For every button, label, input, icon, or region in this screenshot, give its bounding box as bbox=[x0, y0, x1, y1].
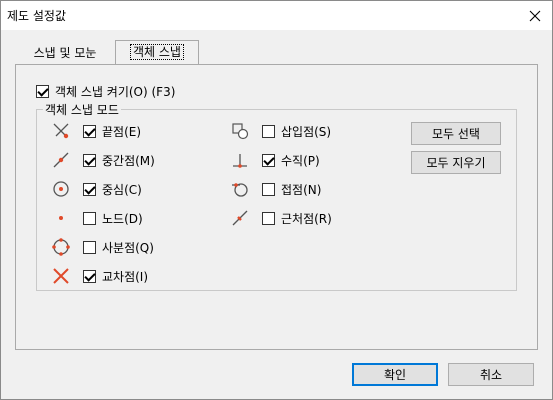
ok-button[interactable]: 확인 bbox=[352, 363, 438, 386]
mode-label: 중간점(M) bbox=[102, 153, 155, 168]
mode-midpoint[interactable]: 중간점(M) bbox=[51, 150, 155, 170]
drafting-settings-dialog: 제도 설정값 스냅 및 모눈 객체 스냅 객체 스냅 켜기(O) (F3) 객체… bbox=[0, 0, 553, 400]
mode-label: 수직(P) bbox=[281, 153, 320, 168]
insertion-checkbox[interactable] bbox=[262, 124, 275, 138]
mode-perpendicular[interactable]: 수직(P) bbox=[230, 150, 320, 170]
osnap-enable-row[interactable]: 객체 스냅 켜기(O) (F3) bbox=[36, 83, 175, 100]
osnap-enable-checkbox[interactable] bbox=[36, 85, 49, 98]
close-icon bbox=[529, 10, 541, 21]
nearest-icon bbox=[232, 210, 248, 226]
button-label: 모두 지우기 bbox=[426, 156, 486, 170]
mode-label: 접점(N) bbox=[281, 182, 322, 197]
select-all-button[interactable]: 모두 선택 bbox=[411, 122, 501, 145]
node-checkbox[interactable] bbox=[83, 211, 96, 225]
mode-insertion[interactable]: 삽입점(S) bbox=[230, 121, 331, 141]
mode-label: 중심(C) bbox=[102, 182, 142, 197]
center-checkbox[interactable] bbox=[83, 182, 96, 196]
endpoint-checkbox[interactable] bbox=[83, 124, 96, 138]
mode-quadrant[interactable]: 사분점(Q) bbox=[51, 237, 154, 257]
group-title: 객체 스냅 모드 bbox=[43, 101, 121, 118]
osnap-mode-group: 객체 스냅 모드 끝점(E) 중간점(M) 중심(C) 노드(D) 사분점(Q)… bbox=[36, 101, 517, 291]
mode-center[interactable]: 중심(C) bbox=[51, 179, 142, 199]
tab-snap-and-grid[interactable]: 스냅 및 모눈 bbox=[16, 42, 114, 64]
mode-label: 끝점(E) bbox=[102, 124, 142, 139]
mode-node[interactable]: 노드(D) bbox=[51, 208, 143, 228]
tangent-icon bbox=[232, 183, 248, 197]
midpoint-checkbox[interactable] bbox=[83, 153, 96, 167]
intersection-checkbox[interactable] bbox=[83, 269, 96, 283]
insertion-icon bbox=[232, 123, 249, 140]
mode-label: 사분점(Q) bbox=[102, 240, 154, 255]
tangent-checkbox[interactable] bbox=[262, 182, 275, 196]
button-label: 확인 bbox=[383, 368, 407, 382]
center-icon bbox=[53, 181, 69, 197]
close-button[interactable] bbox=[518, 1, 552, 30]
perpendicular-checkbox[interactable] bbox=[262, 153, 275, 167]
quadrant-icon bbox=[52, 238, 70, 256]
mode-tangent[interactable]: 접점(N) bbox=[230, 179, 321, 199]
button-label: 취소 bbox=[479, 368, 503, 382]
tab-label: 스냅 및 모눈 bbox=[33, 46, 97, 60]
endpoint-icon bbox=[53, 123, 69, 139]
perpendicular-icon bbox=[233, 154, 247, 168]
node-icon bbox=[59, 216, 63, 220]
clear-all-button[interactable]: 모두 지우기 bbox=[411, 151, 501, 174]
tab-object-snap[interactable]: 객체 스냅 bbox=[115, 40, 199, 65]
mode-endpoint[interactable]: 끝점(E) bbox=[51, 121, 141, 141]
window-title: 제도 설정값 bbox=[7, 9, 67, 23]
intersection-icon bbox=[53, 268, 69, 284]
nearest-checkbox[interactable] bbox=[262, 211, 275, 225]
mode-label: 삽입점(S) bbox=[281, 124, 332, 139]
object-snap-panel: 객체 스냅 켜기(O) (F3) 객체 스냅 모드 끝점(E) 중간점(M) 중… bbox=[15, 64, 538, 350]
mode-label: 근처점(R) bbox=[281, 211, 332, 226]
midpoint-icon bbox=[53, 152, 69, 168]
button-label: 모두 선택 bbox=[432, 127, 480, 141]
quadrant-checkbox[interactable] bbox=[83, 240, 96, 254]
osnap-enable-label: 객체 스냅 켜기(O) (F3) bbox=[55, 85, 176, 99]
mode-intersection[interactable]: 교차점(I) bbox=[51, 266, 148, 286]
mode-label: 교차점(I) bbox=[102, 269, 149, 284]
cancel-button[interactable]: 취소 bbox=[448, 363, 534, 386]
title-bar: 제도 설정값 bbox=[1, 1, 552, 30]
tab-label: 객체 스냅 bbox=[130, 44, 184, 60]
mode-label: 노드(D) bbox=[102, 211, 143, 226]
mode-nearest[interactable]: 근처점(R) bbox=[230, 208, 332, 228]
